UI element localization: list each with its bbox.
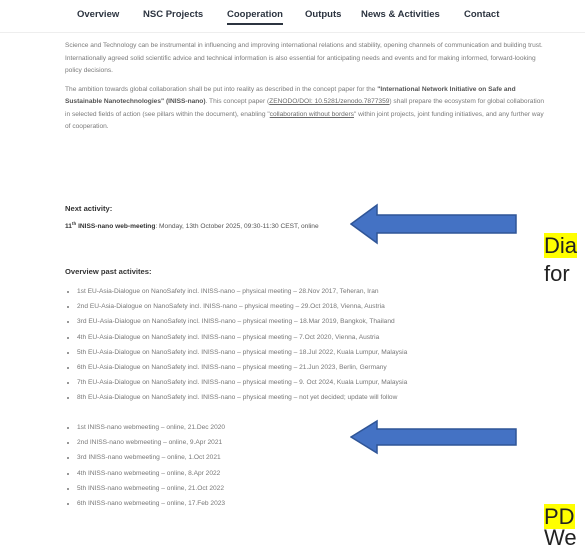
list-item: 7th EU-Asia-Dialogue on NanoSafety incl.… — [77, 375, 407, 390]
top-navigation: Overview NSC Projects Cooperation Output… — [0, 0, 585, 33]
nav-news-activities[interactable]: News & Activities — [361, 9, 440, 20]
intro-text: Science and Technology can be instrument… — [65, 40, 545, 140]
list-item: 6th INISS-nano webmeeting – online, 17.F… — [77, 496, 225, 511]
webmeeting-list: 1st INISS-nano webmeeting – online, 21.D… — [65, 420, 225, 511]
p2-text-mid1: . This concept paper ( — [205, 98, 270, 105]
left-arrow-icon — [350, 203, 517, 245]
arrow-shape — [350, 419, 517, 455]
list-item: 5th EU-Asia-Dialogue on NanoSafety incl.… — [77, 345, 407, 360]
next-activity-ordinal: 11th — [65, 221, 77, 231]
list-item: 1st EU-Asia-Dialogue on NanoSafety incl.… — [77, 284, 407, 299]
nav-cooperation[interactable]: Cooperation — [227, 9, 283, 25]
list-item: 2nd INISS-nano webmeeting – online, 9.Ap… — [77, 435, 225, 450]
list-item: 4th EU-Asia-Dialogue on NanoSafety incl.… — [77, 330, 407, 345]
next-activity-line: 11th INISS-nano web-meeting: Monday, 13t… — [65, 221, 319, 230]
nav-contact[interactable]: Contact — [464, 9, 499, 20]
next-activity-title: INISS-nano web-meeting — [76, 223, 156, 231]
collaboration-without-borders-link[interactable]: collaboration without borders — [270, 111, 354, 118]
next-activity-heading: Next activity: — [65, 204, 113, 213]
next-activity-details: : Monday, 13th October 2025, 09:30-11:30… — [155, 223, 319, 231]
callout-line2-1: for — [544, 261, 570, 286]
list-item: 6th EU-Asia-Dialogue on NanoSafety incl.… — [77, 360, 407, 375]
list-item: 1st INISS-nano webmeeting – online, 21.D… — [77, 420, 225, 435]
list-item: 3rd EU-Asia-Dialogue on NanoSafety incl.… — [77, 314, 407, 329]
callout-line2-2: We — [544, 525, 577, 550]
list-item: 2nd EU-Asia-Dialogue on NanoSafety incl.… — [77, 299, 407, 314]
arrow-shape — [350, 203, 517, 245]
list-item: 8th EU-Asia-Dialogue on NanoSafety incl.… — [77, 390, 407, 405]
callout-highlight-1: Dia — [544, 233, 578, 258]
intro-paragraph-1: Science and Technology can be instrument… — [65, 42, 543, 74]
zenodo-doi-link[interactable]: ZENODO/DOI: 10.5281/zenodo.7877359 — [269, 98, 389, 105]
past-activities-heading: Overview past activites: — [65, 267, 152, 276]
nav-overview[interactable]: Overview — [77, 9, 119, 20]
nav-nsc-projects[interactable]: NSC Projects — [143, 9, 203, 20]
list-item: 4th INISS-nano webmeeting – online, 8.Ap… — [77, 466, 225, 481]
p2-text-pre: The ambition towards global collaboratio… — [65, 85, 378, 93]
intro-paragraph-2: The ambition towards global collaboratio… — [65, 84, 545, 134]
left-arrow-icon — [350, 419, 517, 455]
list-item: 3rd INISS-nano webmeeting – online, 1.Oc… — [77, 450, 225, 465]
nav-outputs[interactable]: Outputs — [305, 9, 341, 20]
dialogue-list: 1st EU-Asia-Dialogue on NanoSafety incl.… — [65, 284, 407, 406]
list-item: 5th INISS-nano webmeeting – online, 21.O… — [77, 481, 225, 496]
callout-text-1: Dia for — [544, 232, 578, 288]
